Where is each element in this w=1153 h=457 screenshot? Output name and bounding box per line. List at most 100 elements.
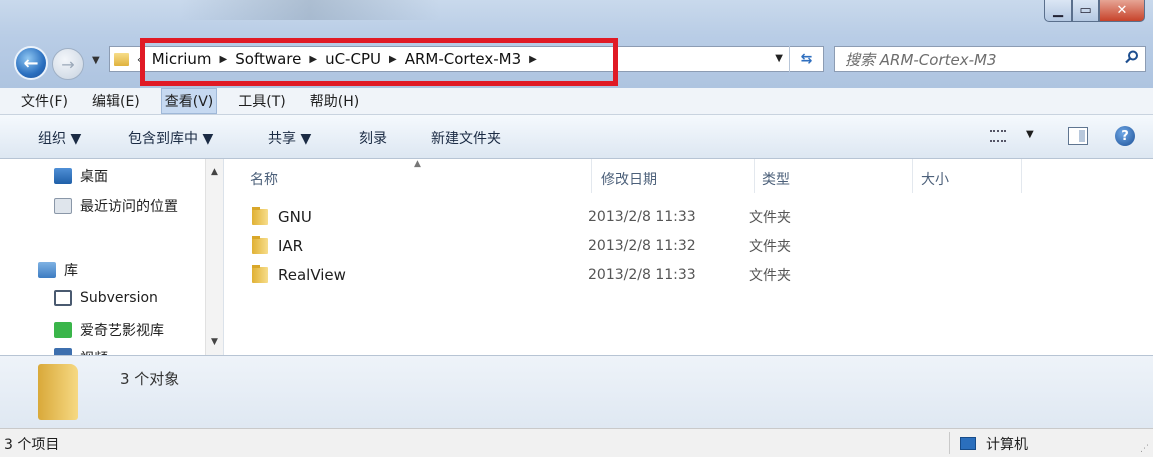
breadcrumb-software[interactable]: Software xyxy=(235,50,301,68)
help-icon[interactable]: ? xyxy=(1115,126,1135,146)
close-button[interactable]: ✕ xyxy=(1099,0,1145,22)
nav-scrollbar[interactable]: ▲ ▼ xyxy=(205,159,223,355)
breadcrumb-arm-cortex-m3[interactable]: ARM-Cortex-M3 xyxy=(405,50,521,68)
sort-ascending-icon: ▲ xyxy=(414,159,421,169)
column-divider[interactable] xyxy=(591,159,592,193)
folder-icon xyxy=(114,52,129,66)
navigation-pane: 桌面 最近访问的位置 库 Subversion 爱奇艺影视库 视频 ▲ ▼ xyxy=(0,159,224,355)
window-controls: ▁ ▭ ✕ xyxy=(1044,0,1145,22)
nav-item-label: 爱奇艺影视库 xyxy=(80,323,164,339)
share-button[interactable]: 共享 ▼ xyxy=(268,128,311,148)
search-icon[interactable] xyxy=(1125,50,1139,64)
status-divider xyxy=(949,432,950,454)
view-options-dropdown-icon[interactable]: ▼ xyxy=(1026,129,1034,140)
forward-arrow-icon: → xyxy=(61,54,75,74)
column-size[interactable]: 大小 xyxy=(921,169,949,189)
folder-icon xyxy=(252,207,268,225)
file-name: IAR xyxy=(278,237,304,255)
forward-button[interactable]: → xyxy=(52,48,84,80)
menu-view[interactable]: 查看(V) xyxy=(160,88,218,114)
change-view-icon[interactable] xyxy=(990,130,1006,142)
overflow-chevron-icon[interactable]: « xyxy=(137,53,144,66)
preview-pane-icon[interactable] xyxy=(1068,127,1088,145)
file-row-realview[interactable]: RealView 2013/2/8 11:33 文件夹 xyxy=(252,262,852,288)
breadcrumb-uc-cpu[interactable]: uC-CPU xyxy=(325,50,381,68)
menu-edit[interactable]: 编辑(E) xyxy=(89,89,143,113)
burn-button[interactable]: 刻录 xyxy=(359,128,387,148)
nav-item-label: 视频 xyxy=(80,348,108,355)
title-glow xyxy=(180,0,440,20)
column-divider[interactable] xyxy=(1021,159,1022,193)
breadcrumb-separator-icon[interactable]: ▶ xyxy=(389,54,397,65)
computer-icon xyxy=(960,437,976,450)
breadcrumb-separator-icon[interactable]: ▶ xyxy=(529,54,537,65)
refresh-icon: ⇆ xyxy=(800,51,813,67)
nav-item-subversion[interactable]: Subversion xyxy=(54,290,158,306)
file-list: ▲ 名称 修改日期 类型 大小 GNU 2013/2/8 11:33 文件夹 I… xyxy=(224,159,1153,355)
nav-item-library[interactable]: 库 xyxy=(38,260,78,280)
address-dropdown-icon[interactable]: ▼ xyxy=(775,53,783,64)
file-type: 文件夹 xyxy=(749,239,791,255)
column-name[interactable]: 名称 xyxy=(250,169,278,189)
file-modified: 2013/2/8 11:32 xyxy=(588,238,696,254)
search-input[interactable]: 搜索 ARM-Cortex-M3 xyxy=(834,46,1146,72)
refresh-button[interactable]: ⇆ xyxy=(789,46,823,72)
menu-tools[interactable]: 工具(T) xyxy=(235,89,288,113)
folder-icon xyxy=(252,236,268,254)
video-icon xyxy=(54,348,72,355)
status-bar: 3 个项目 计算机 ⋰ xyxy=(0,428,1153,457)
iqiyi-icon xyxy=(54,322,72,338)
breadcrumb-separator-icon[interactable]: ▶ xyxy=(309,54,317,65)
menu-bar: 文件(F) 编辑(E) 查看(V) 工具(T) 帮助(H) xyxy=(0,88,1153,115)
file-type: 文件夹 xyxy=(749,268,791,284)
menu-help[interactable]: 帮助(H) xyxy=(307,89,362,113)
nav-item-iqiyi[interactable]: 爱奇艺影视库 xyxy=(54,320,164,340)
nav-item-label: 最近访问的位置 xyxy=(80,199,178,215)
recent-places-icon xyxy=(54,198,72,214)
back-arrow-icon: ← xyxy=(23,52,39,74)
nav-item-label: 库 xyxy=(64,263,78,279)
nav-item-label: 桌面 xyxy=(80,169,108,185)
maximize-button[interactable]: ▭ xyxy=(1072,0,1099,22)
nav-item-video[interactable]: 视频 xyxy=(54,348,108,355)
new-folder-button[interactable]: 新建文件夹 xyxy=(431,128,501,148)
title-bar: ▁ ▭ ✕ xyxy=(0,0,1153,88)
folder-icon xyxy=(252,265,268,283)
file-row-gnu[interactable]: GNU 2013/2/8 11:33 文件夹 xyxy=(252,204,852,230)
include-in-library-button[interactable]: 包含到库中 ▼ xyxy=(128,128,213,148)
file-modified: 2013/2/8 11:33 xyxy=(588,209,696,225)
folder-large-icon xyxy=(38,364,78,420)
details-object-count: 3 个对象 xyxy=(120,370,180,388)
column-modified[interactable]: 修改日期 xyxy=(601,169,657,189)
desktop-icon xyxy=(54,168,72,184)
command-bar: 组织 ▼ 包含到库中 ▼ 共享 ▼ 刻录 新建文件夹 ▼ ? xyxy=(0,115,1153,159)
breadcrumb-micrium[interactable]: Micrium xyxy=(152,50,212,68)
resize-grip-icon[interactable]: ⋰ xyxy=(1140,444,1149,454)
nav-item-desktop[interactable]: 桌面 xyxy=(54,166,108,186)
breadcrumb-separator-icon[interactable]: ▶ xyxy=(220,54,228,65)
organize-button[interactable]: 组织 ▼ xyxy=(38,128,81,148)
back-button[interactable]: ← xyxy=(14,46,48,80)
file-modified: 2013/2/8 11:33 xyxy=(588,267,696,283)
menu-file[interactable]: 文件(F) xyxy=(18,89,71,113)
details-pane: 3 个对象 xyxy=(0,355,1153,428)
subversion-icon xyxy=(54,290,72,306)
status-item-count: 3 个项目 xyxy=(4,437,60,453)
column-divider[interactable] xyxy=(912,159,913,193)
nav-item-recent-places[interactable]: 最近访问的位置 xyxy=(54,196,178,216)
file-type: 文件夹 xyxy=(749,210,791,226)
minimize-button[interactable]: ▁ xyxy=(1044,0,1072,22)
address-bar[interactable]: « Micrium ▶ Software ▶ uC-CPU ▶ ARM-Cort… xyxy=(109,46,824,72)
file-name: GNU xyxy=(278,208,312,226)
file-row-iar[interactable]: IAR 2013/2/8 11:32 文件夹 xyxy=(252,233,852,259)
scroll-up-icon[interactable]: ▲ xyxy=(211,167,218,177)
scroll-down-icon[interactable]: ▼ xyxy=(211,337,218,347)
status-location: 计算机 xyxy=(986,437,1028,453)
file-name: RealView xyxy=(278,266,346,284)
column-divider[interactable] xyxy=(754,159,755,193)
recent-pages-dropdown-icon[interactable]: ▼ xyxy=(92,55,100,66)
library-icon xyxy=(38,262,56,278)
column-type[interactable]: 类型 xyxy=(762,169,790,189)
nav-item-label: Subversion xyxy=(80,290,158,306)
search-placeholder: 搜索 ARM-Cortex-M3 xyxy=(845,50,997,69)
